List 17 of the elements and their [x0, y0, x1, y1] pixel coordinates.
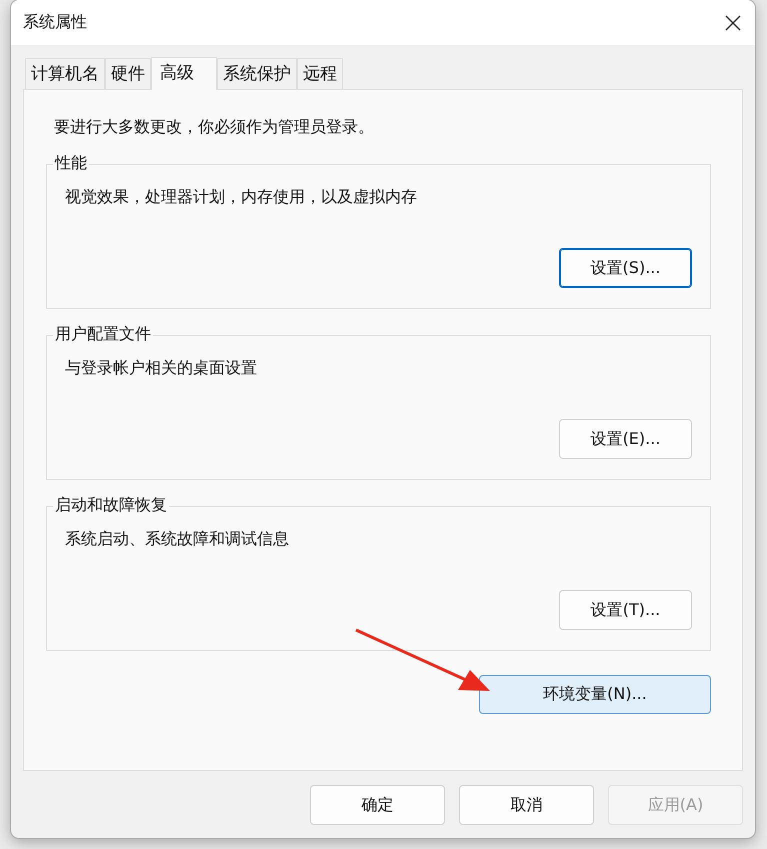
tab[interactable]: 系统保护 [217, 58, 297, 89]
tab[interactable]: 硬件 [105, 58, 151, 89]
dialog-button[interactable]: 取消 [459, 785, 594, 825]
group-description: 系统启动、系统故障和调试信息 [65, 529, 290, 550]
settings-button[interactable]: 设置(T)... [559, 590, 692, 630]
settings-button[interactable]: 设置(E)... [559, 419, 692, 459]
dialog-button[interactable]: 确定 [310, 785, 445, 825]
environment-variables-button[interactable]: 环境变量(N)... [479, 675, 711, 714]
group-description: 视觉效果，处理器计划，内存使用，以及虚拟内存 [65, 187, 418, 208]
notice-text: 要进行大多数更改，你必须作为管理员登录。 [54, 117, 375, 138]
close-icon[interactable] [725, 14, 741, 30]
settings-button[interactable]: 设置(S)... [559, 248, 692, 288]
group-description: 与登录帐户相关的桌面设置 [65, 358, 258, 379]
window-title: 系统属性 [23, 12, 87, 33]
tab[interactable]: 计算机名 [25, 58, 105, 89]
tab[interactable]: 高级 [151, 57, 217, 90]
tab[interactable]: 远程 [297, 58, 343, 89]
